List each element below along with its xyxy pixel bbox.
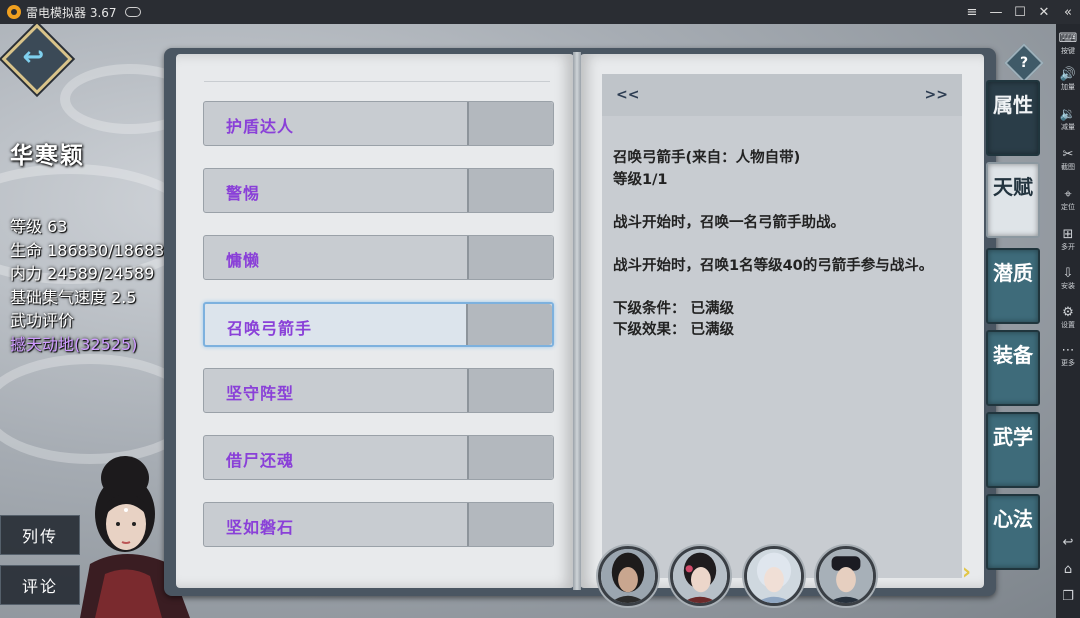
keyboard-icon: ⌨ xyxy=(1058,31,1078,46)
team-next-arrow-icon[interactable]: › xyxy=(962,560,971,585)
team-member-avatar[interactable] xyxy=(744,546,804,606)
talent-item[interactable]: 坚如磐石 xyxy=(203,502,554,547)
multi-instance-icon: ⊞ xyxy=(1062,227,1074,242)
toolbar-multi-instance[interactable]: ⊞ 多开 xyxy=(1056,228,1080,252)
detail-nav-bar: << >> xyxy=(602,74,962,116)
talent-item[interactable]: 护盾达人 xyxy=(203,101,554,146)
stat-charge-speed: 基础集气速度 2.5 xyxy=(10,287,137,307)
talent-name: 慵懒 xyxy=(226,251,261,270)
location-pin-icon: ⌖ xyxy=(1064,187,1072,202)
maximize-icon[interactable]: ☐ xyxy=(1008,5,1032,20)
next-arrow-icon[interactable]: >> xyxy=(925,87,948,103)
window-controls: ≡ — ☐ ✕ « xyxy=(960,0,1080,24)
tab-label: 潜质 xyxy=(993,261,1033,285)
emulator-title: 雷电模拟器 3.67 xyxy=(26,5,117,20)
talent-slot xyxy=(467,169,553,212)
android-back-icon: ↩ xyxy=(1062,535,1074,550)
close-icon[interactable]: ✕ xyxy=(1032,5,1056,20)
talent-name: 护盾达人 xyxy=(226,117,295,136)
emulator-logo-icon xyxy=(7,5,21,19)
talent-item[interactable]: 慵懒 xyxy=(203,235,554,280)
collapse-sidebar-icon[interactable]: « xyxy=(1056,5,1080,20)
talent-name: 召唤弓箭手 xyxy=(227,319,313,338)
character-stats: 等级 63 生命 186830/186830 内力 24589/24589 基础… xyxy=(10,215,175,356)
toolbar-location[interactable]: ⌖ 定位 xyxy=(1056,188,1080,212)
menu-icon[interactable]: ≡ xyxy=(960,5,984,20)
gear-icon: ⚙ xyxy=(1062,305,1074,320)
toolbar-more[interactable]: ⋯ 更多 xyxy=(1056,344,1080,368)
toolbar-keyboard[interactable]: ⌨ 按键 xyxy=(1056,32,1080,56)
tab-martial-arts[interactable]: 武学 xyxy=(986,412,1040,488)
back-arrow-icon: ↩ xyxy=(22,41,45,72)
detail-description: 战斗开始时，召唤一名弓箭手助战。 xyxy=(613,214,845,231)
tab-equipment[interactable]: 装备 xyxy=(986,330,1040,406)
gamepad-icon[interactable] xyxy=(124,7,141,17)
talent-name: 警惕 xyxy=(226,184,261,203)
minimize-icon[interactable]: — xyxy=(984,5,1008,20)
talent-name: 借尸还魂 xyxy=(226,451,295,470)
tab-label: 属性 xyxy=(993,93,1033,117)
previous-arrow-icon[interactable]: << xyxy=(616,87,639,103)
talent-slot xyxy=(467,102,553,145)
talent-item[interactable]: 借尸还魂 xyxy=(203,435,554,480)
scissors-icon: ✂ xyxy=(1062,147,1074,162)
toolbar-volume-up[interactable]: 🔊 加量 xyxy=(1056,68,1080,92)
talent-name: 坚如磐石 xyxy=(226,518,295,537)
talent-name: 坚守阵型 xyxy=(226,384,295,403)
talent-slot xyxy=(467,369,553,412)
emulator-toolbar: ⌨ 按键 🔊 加量 🔉 减量 ✂ 截图 ⌖ 定位 ⊞ 多开 ⇩ 安装 ⚙ 设置 ⋯ 更多 ↩ ⌂ … xyxy=(1056,24,1080,618)
android-home-button[interactable]: ⌂ xyxy=(1056,563,1080,578)
detail-level: 等级1/1 xyxy=(613,171,668,188)
volume-down-icon: 🔉 xyxy=(1059,107,1077,122)
stat-level: 等级 63 xyxy=(10,217,68,236)
detail-description-full: 战斗开始时，召唤1名等级40的弓箭手参与战斗。 xyxy=(613,257,934,274)
character-name: 华寒颖 xyxy=(10,143,85,169)
toolbar-install[interactable]: ⇩ 安装 xyxy=(1056,267,1080,291)
team-member-avatar[interactable] xyxy=(670,546,730,606)
stat-rating-value: 撼天动地(32525) xyxy=(10,334,138,354)
tab-talents[interactable]: 天赋 xyxy=(986,162,1040,238)
tab-potential[interactable]: 潜质 xyxy=(986,248,1040,324)
talent-item[interactable]: 警惕 xyxy=(203,168,554,213)
talent-item[interactable]: 坚守阵型 xyxy=(203,368,554,413)
question-mark-icon: ? xyxy=(1019,55,1029,71)
back-button[interactable]: ↩ xyxy=(1,24,73,95)
more-dots-icon: ⋯ xyxy=(1061,343,1075,358)
detail-title: 召唤弓箭手(来自：人物自带) xyxy=(613,150,801,166)
talent-detail: 召唤弓箭手(来自：人物自带) 等级1/1 战斗开始时，召唤一名弓箭手助战。 战斗… xyxy=(613,148,953,342)
toolbar-screenshot[interactable]: ✂ 截图 xyxy=(1056,148,1080,172)
stat-mp: 内力 24589/24589 xyxy=(10,264,155,283)
team-member-avatar[interactable] xyxy=(816,546,876,606)
emulator-title-bar: 雷电模拟器 3.67 ≡ — ☐ ✕ « xyxy=(0,0,1080,24)
talent-slot xyxy=(467,436,553,479)
apk-install-icon: ⇩ xyxy=(1062,266,1074,281)
tab-label: 天赋 xyxy=(993,175,1033,199)
tab-label: 装备 xyxy=(993,343,1033,367)
detail-next-condition: 下级条件： 已满级 xyxy=(613,300,735,317)
talent-slot xyxy=(466,304,552,345)
volume-up-icon: 🔊 xyxy=(1059,67,1077,82)
stat-rating-label: 武功评价 xyxy=(10,311,75,330)
android-recents-button[interactable]: ❐ xyxy=(1056,590,1080,605)
android-back-button[interactable]: ↩ xyxy=(1056,536,1080,551)
detail-next-effect: 下级效果： 已满级 xyxy=(613,322,735,338)
toolbar-volume-down[interactable]: 🔉 减量 xyxy=(1056,108,1080,132)
tab-inner-arts[interactable]: 心法 xyxy=(986,494,1040,570)
talent-slot xyxy=(467,503,553,546)
stat-hp: 生命 186830/186830 xyxy=(10,240,175,260)
android-home-icon: ⌂ xyxy=(1063,562,1073,577)
team-member-avatar[interactable] xyxy=(598,546,658,606)
talent-slot xyxy=(467,236,553,279)
comment-button[interactable]: 评论 xyxy=(0,565,80,605)
tab-label: 武学 xyxy=(993,425,1033,449)
divider xyxy=(204,81,550,82)
biography-button[interactable]: 列传 xyxy=(0,515,80,555)
toolbar-settings[interactable]: ⚙ 设置 xyxy=(1056,306,1080,330)
tab-attributes[interactable]: 属性 xyxy=(986,80,1040,156)
tab-label: 心法 xyxy=(993,507,1033,531)
book-spine xyxy=(573,52,581,590)
android-recents-icon: ❐ xyxy=(1062,589,1074,604)
talent-item-selected[interactable]: 召唤弓箭手 xyxy=(203,302,554,347)
